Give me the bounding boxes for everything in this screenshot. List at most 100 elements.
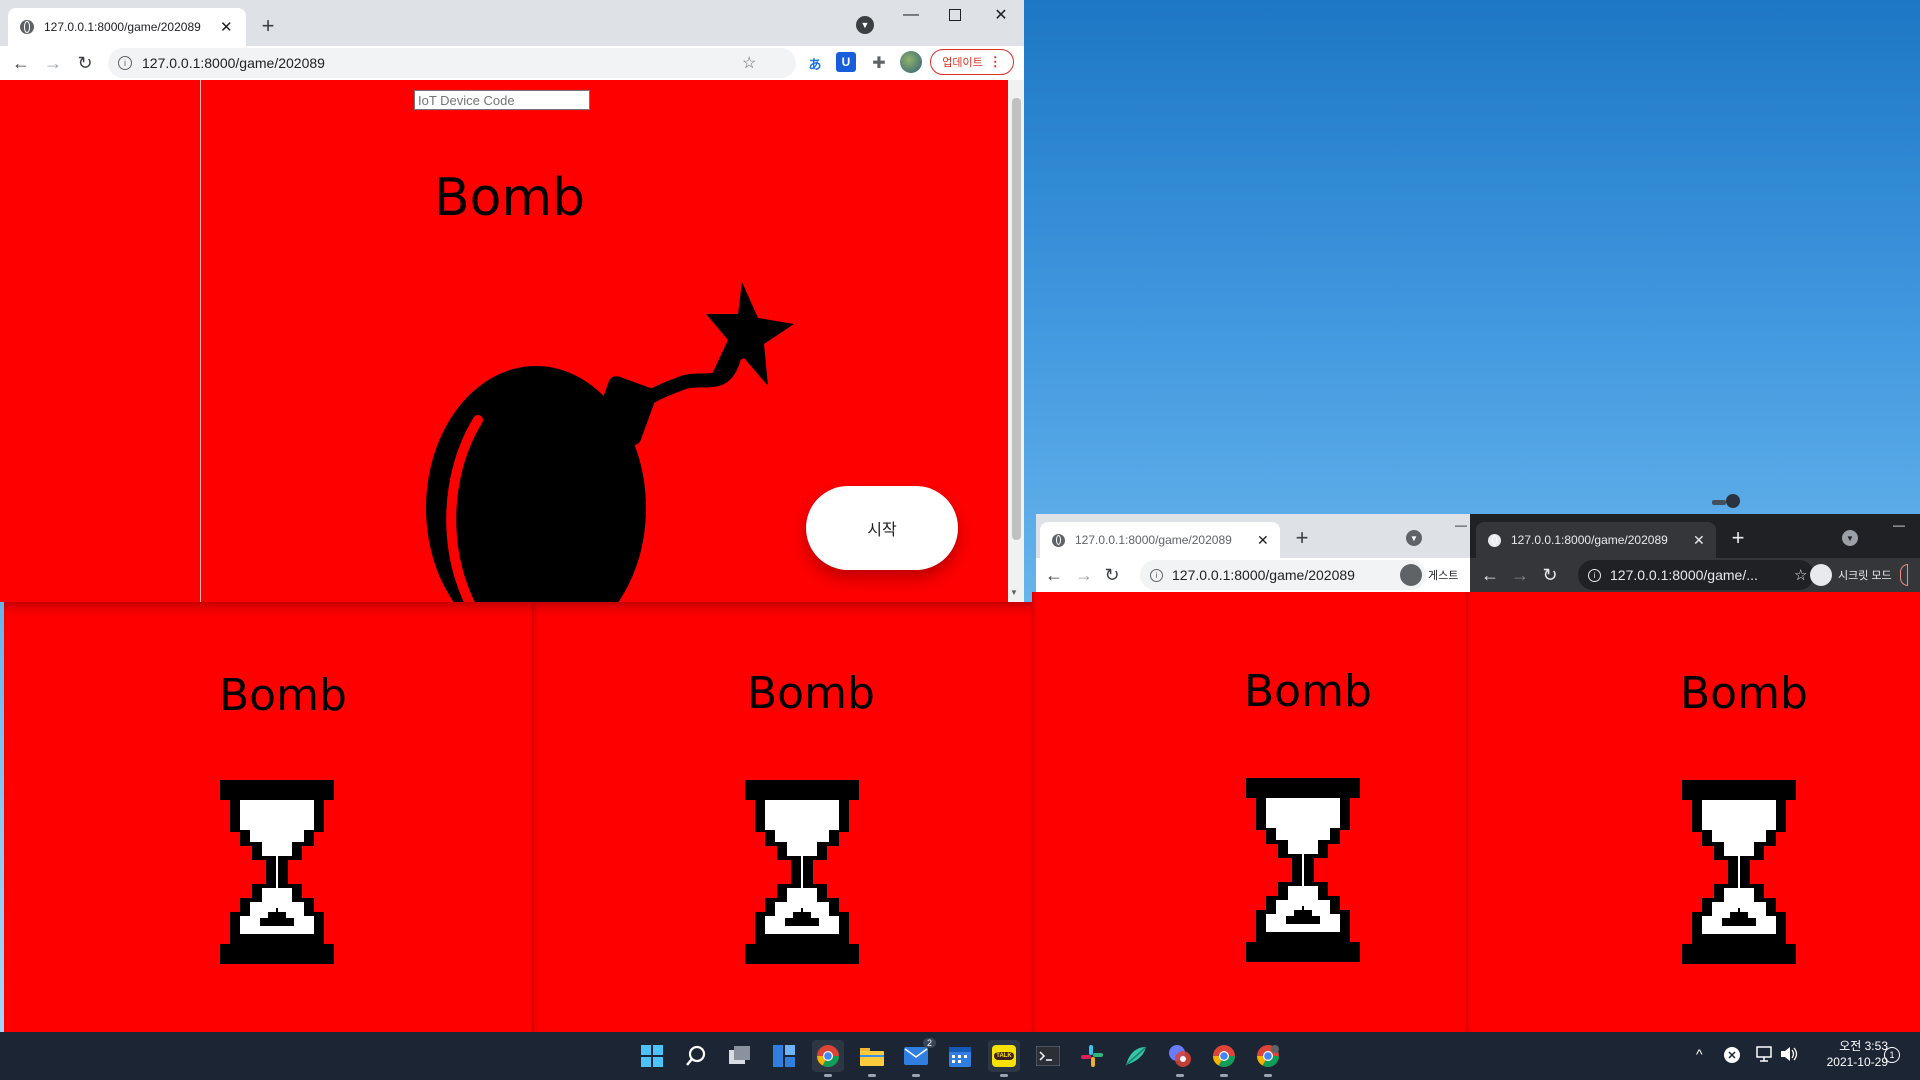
site-globe-icon — [1488, 533, 1501, 547]
tab-title: 127.0.0.1:8000/game/202089 — [1075, 533, 1232, 547]
tab-search-icon[interactable]: ▼ — [856, 16, 874, 34]
incognito-icon — [1810, 564, 1832, 586]
mail-icon[interactable]: 2 — [900, 1038, 936, 1077]
hourglass-icon — [1246, 778, 1360, 962]
site-globe-icon — [1052, 533, 1065, 547]
start-button[interactable]: 시작 — [806, 486, 958, 570]
clock-time: 오전 3:53 — [1839, 1039, 1888, 1053]
clock-date: 2021-10-29 — [1826, 1055, 1888, 1069]
incognito-browser-window: 127.0.0.1:8000/game/202089 ✕ + ▼ — ← → ↻… — [1470, 514, 1920, 592]
browser-tab[interactable]: 127.0.0.1:8000/game/202089 ✕ — [1040, 522, 1280, 558]
menu-button[interactable] — [1899, 564, 1908, 586]
address-bar[interactable]: i 127.0.0.1:8000/game/... ☆ — [1578, 560, 1814, 590]
tab-title: 127.0.0.1:8000/game/202089 — [44, 20, 201, 34]
bitwarden-extension-icon[interactable]: U — [836, 52, 856, 72]
incognito-profile-button[interactable]: 시크릿 모드 — [1810, 561, 1920, 589]
chrome-icon[interactable] — [812, 1040, 844, 1077]
terminal-icon[interactable] — [1032, 1040, 1064, 1072]
device-code-input[interactable] — [414, 90, 590, 110]
new-tab-icon[interactable]: + — [256, 13, 280, 38]
panel-title: Bomb — [219, 670, 347, 721]
site-info-icon[interactable]: i — [118, 56, 132, 70]
site-info-icon: i — [1150, 568, 1163, 582]
tab-search-icon[interactable]: ▼ — [1406, 530, 1422, 546]
address-bar[interactable]: i 127.0.0.1:8000/game/202089 ☆ — [108, 48, 796, 78]
app-icon[interactable] — [1164, 1040, 1196, 1077]
close-tab-icon[interactable]: ✕ — [1693, 532, 1705, 549]
kakaotalk-icon[interactable]: TALK — [988, 1040, 1020, 1077]
game-panel-1: Bomb — [4, 602, 532, 1032]
browser-tab[interactable]: 127.0.0.1:8000/game/202089 ✕ — [8, 8, 246, 46]
scrollbar-thumb[interactable] — [1012, 98, 1021, 540]
back-arrow-icon[interactable]: ← — [8, 50, 34, 76]
address-bar[interactable]: i 127.0.0.1:8000/game/202089 — [1140, 560, 1426, 590]
file-explorer-icon[interactable] — [856, 1040, 888, 1077]
tab-title: 127.0.0.1:8000/game/202089 — [1511, 533, 1668, 547]
tab-search-icon[interactable]: ▼ — [1842, 530, 1858, 546]
site-info-icon: i — [1588, 568, 1601, 582]
search-icon[interactable] — [680, 1040, 712, 1072]
close-tab-icon[interactable]: ✕ — [220, 18, 233, 36]
wallpaper-figure — [1712, 494, 1752, 514]
update-button[interactable]: 업데이트 ⋮ — [930, 49, 1014, 75]
new-tab-icon[interactable]: + — [1290, 525, 1314, 550]
hourglass-icon — [220, 780, 334, 964]
forward-arrow-icon[interactable]: → — [40, 50, 66, 76]
url-text: 127.0.0.1:8000/game/... — [1610, 567, 1758, 583]
extensions-puzzle-icon[interactable]: ✚ — [868, 52, 890, 74]
menu-dots-icon: ⋮ — [988, 54, 1002, 69]
new-tab-icon[interactable]: + — [1726, 525, 1750, 550]
back-arrow-icon[interactable]: ← — [1478, 562, 1502, 588]
chrome-icon[interactable] — [1208, 1040, 1240, 1077]
maximize-icon[interactable] — [940, 4, 970, 26]
panel-title: Bomb — [747, 668, 875, 719]
volume-icon[interactable] — [1780, 1046, 1798, 1067]
game-panel-4: Bomb — [1466, 592, 1920, 1032]
page-viewport: Bomb 시작 ▼ — [0, 80, 1024, 602]
network-icon[interactable] — [1756, 1046, 1774, 1067]
hourglass-icon — [1682, 780, 1796, 964]
game-panel-3: Bomb — [1032, 592, 1466, 1032]
app-icon[interactable] — [1120, 1040, 1152, 1072]
scroll-down-arrow-icon[interactable]: ▼ — [1010, 588, 1018, 597]
widgets-icon[interactable] — [768, 1040, 800, 1072]
browser-tab[interactable]: 127.0.0.1:8000/game/202089 ✕ — [1476, 522, 1716, 558]
frame-divider — [200, 80, 201, 602]
clock[interactable]: 오전 3:53 2021-10-29 — [1808, 1038, 1888, 1070]
guest-browser-window: 127.0.0.1:8000/game/202089 ✕ + ▼ — ← → ↻… — [1036, 514, 1472, 592]
url-text: 127.0.0.1:8000/game/202089 — [1172, 567, 1355, 583]
chrome-icon[interactable] — [1252, 1040, 1284, 1077]
calendar-icon[interactable] — [944, 1040, 976, 1072]
forward-arrow-icon[interactable]: → — [1072, 562, 1096, 588]
bookmark-star-icon[interactable]: ☆ — [1794, 566, 1807, 584]
back-arrow-icon[interactable]: ← — [1042, 562, 1066, 588]
mail-badge: 2 — [922, 1038, 936, 1048]
panel-title: Bomb — [1680, 668, 1808, 719]
task-view-icon[interactable] — [724, 1040, 756, 1072]
minimize-icon[interactable]: — — [1450, 516, 1472, 534]
site-globe-icon — [20, 20, 34, 34]
reload-icon[interactable]: ↻ — [1100, 562, 1124, 588]
hourglass-icon — [745, 780, 859, 964]
bomb-icon — [426, 282, 794, 602]
tray-app-icon[interactable]: ✕ — [1724, 1047, 1740, 1063]
guest-profile-button[interactable]: 게스트 — [1400, 561, 1472, 589]
reload-icon[interactable]: ↻ — [72, 50, 98, 76]
forward-arrow-icon[interactable]: → — [1508, 562, 1532, 588]
minimize-icon[interactable]: — — [896, 4, 926, 26]
profile-avatar[interactable] — [900, 51, 922, 73]
tray-overflow-icon[interactable]: ^ — [1696, 1046, 1703, 1062]
windows-start-icon[interactable] — [636, 1040, 668, 1072]
url-text: 127.0.0.1:8000/game/202089 — [142, 55, 325, 71]
reload-icon[interactable]: ↻ — [1538, 562, 1562, 588]
close-tab-icon[interactable]: ✕ — [1257, 532, 1269, 549]
slack-icon[interactable] — [1076, 1040, 1108, 1072]
notification-badge[interactable]: 1 — [1884, 1047, 1900, 1063]
panel-title: Bomb — [1244, 666, 1372, 717]
minimize-icon[interactable]: — — [1886, 516, 1912, 534]
game-panel-2: Bomb — [532, 602, 1032, 1032]
guest-avatar-icon — [1400, 564, 1422, 586]
bookmark-star-icon[interactable]: ☆ — [742, 53, 756, 73]
close-window-icon[interactable]: ✕ — [986, 4, 1016, 26]
translate-extension-icon[interactable]: あ — [804, 52, 826, 74]
